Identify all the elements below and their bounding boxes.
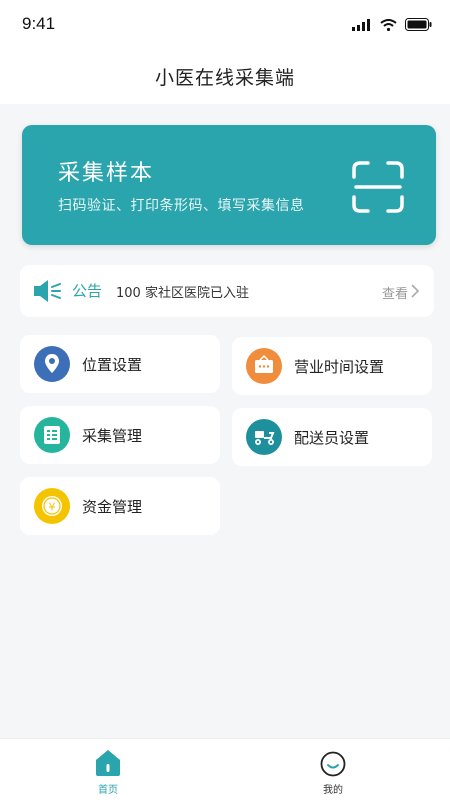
courier-settings-card[interactable]: 配送员设置 [232, 408, 432, 466]
speaker-icon [34, 280, 61, 302]
tab-mine[interactable]: 我的 [283, 739, 383, 800]
card-label: 资金管理 [82, 498, 143, 516]
notice-label: 公告 [72, 282, 103, 300]
fund-management-card[interactable]: ¥ 资金管理 [20, 477, 220, 535]
card-label: 位置设置 [82, 356, 143, 374]
notice-view-link[interactable]: 查看 [382, 283, 408, 302]
chevron-right-icon[interactable] [410, 284, 420, 298]
signal-icon [352, 18, 370, 31]
bottom-tab-bar: 首页 我的 [0, 738, 450, 800]
status-time: 9:41 [22, 14, 56, 33]
battery-icon [405, 18, 432, 31]
wifi-icon [380, 18, 397, 31]
card-label: 营业时间设置 [294, 358, 385, 376]
scooter-icon [246, 419, 282, 455]
card-label: 采集管理 [82, 427, 143, 445]
status-icons [352, 18, 432, 31]
tab-label: 首页 [98, 785, 118, 796]
page-title: 小医在线采集端 [154, 66, 295, 89]
scan-icon[interactable] [352, 161, 404, 213]
location-icon [34, 346, 70, 382]
shop-sign-icon [246, 348, 282, 384]
tab-home[interactable]: 首页 [58, 739, 158, 800]
banner-subtitle: 扫码验证、打印条形码、填写采集信息 [58, 198, 305, 214]
banner-title: 采集样本 [58, 161, 155, 186]
notice-text: 100 家社区医院已入驻 [116, 286, 249, 301]
app-header: 小医在线采集端 [0, 48, 450, 104]
location-settings-card[interactable]: 位置设置 [20, 335, 220, 393]
list-icon [34, 417, 70, 453]
svg-text:¥: ¥ [49, 501, 56, 514]
profile-icon [320, 751, 346, 777]
notice-bar[interactable]: 公告 100 家社区医院已入驻 查看 [20, 265, 434, 317]
tab-label: 我的 [323, 785, 343, 796]
collect-sample-banner[interactable]: 采集样本 扫码验证、打印条形码、填写采集信息 [22, 125, 436, 245]
yuan-coin-icon: ¥ [34, 488, 70, 524]
collection-management-card[interactable]: 采集管理 [20, 406, 220, 464]
business-hours-card[interactable]: 营业时间设置 [232, 337, 432, 395]
card-label: 配送员设置 [294, 429, 370, 447]
status-bar: 9:41 [0, 0, 450, 48]
home-icon [96, 750, 120, 776]
